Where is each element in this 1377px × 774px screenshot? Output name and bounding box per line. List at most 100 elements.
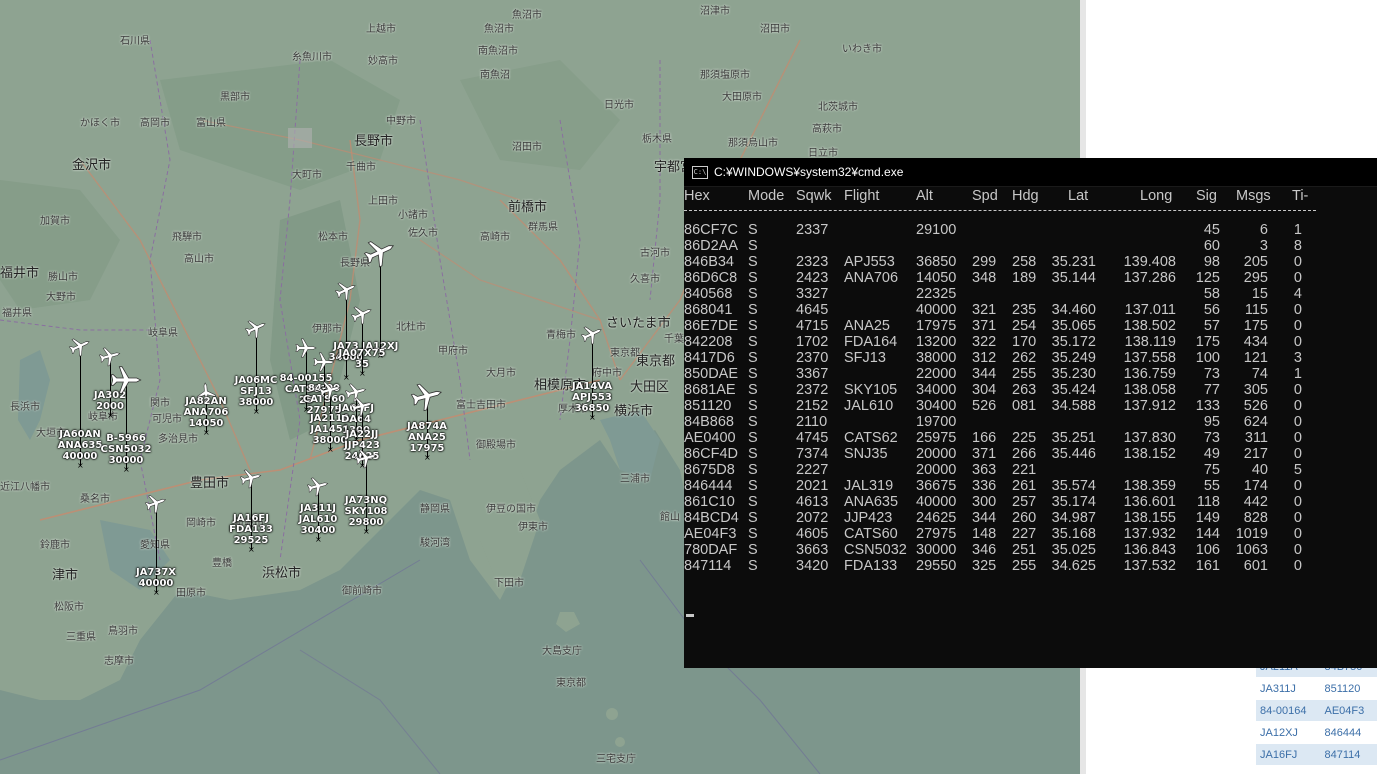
city-label: 伊豆の国市: [486, 504, 536, 515]
aircraft-label-line: 29525: [233, 535, 269, 546]
cell-flight: SKY105: [844, 382, 898, 398]
col-header-sig: Sig: [1196, 188, 1217, 204]
aircraft-label-line: 29800: [348, 517, 384, 528]
terminal-row: 8417D6 S 2370 SFJ13 38000 312 262 35.249 137.558…: [684, 350, 1377, 366]
cell-sqwk: 2423: [796, 270, 829, 286]
cell-flight: SNJ35: [844, 446, 888, 462]
cell-hex: AE04F3: [684, 526, 737, 542]
cell-lat: 35.231: [1051, 254, 1096, 270]
aircraft-label-line: 2000: [96, 401, 124, 412]
cell-hdg: 255: [1012, 366, 1037, 382]
cell-ti: 8: [1293, 238, 1302, 254]
hex-cell[interactable]: 847114: [1320, 743, 1377, 766]
city-label: 福井県: [2, 308, 32, 319]
city-label: 飛騨市: [172, 232, 202, 243]
city-label: 富士吉田市: [456, 400, 506, 411]
aircraft-label: JA07X75 35: [322, 348, 402, 370]
cell-long: 136.843: [1123, 542, 1176, 558]
city-label: 館山: [660, 512, 680, 523]
ground-point-icon: ×: [315, 535, 322, 544]
terminal-row: 861C10 S 4613 ANA635 40000 300 257 35.174 136.60…: [684, 494, 1377, 510]
city-label: 北茨城市: [818, 102, 858, 113]
registration-cell[interactable]: 84-00164: [1256, 699, 1321, 722]
cell-sig: 133: [1195, 398, 1220, 414]
registration-cell[interactable]: JA16FJ: [1256, 743, 1321, 766]
city-label: 近江八幡市: [0, 482, 50, 493]
city-label: 南魚沼: [480, 70, 510, 81]
cell-alt: 14050: [916, 270, 957, 286]
cell-spd: 300: [972, 494, 997, 510]
cell-ti: 0: [1293, 270, 1302, 286]
table-row[interactable]: JA16FJ 847114: [1256, 743, 1377, 766]
terminal-row: 847114 S 3420 FDA133 29550 325 255 34.625 137.53…: [684, 558, 1377, 574]
cell-ti: 0: [1293, 318, 1302, 334]
city-label: 高岡市: [140, 118, 170, 129]
aircraft-label-line: B-5966: [106, 433, 146, 444]
terminal-row: 850DAE S 3367 22000 344 255 35.230 136.759 73 74 1: [684, 366, 1377, 382]
cell-hdg: 221: [1012, 462, 1037, 478]
cell-msgs: 311: [1244, 430, 1268, 446]
terminal-row: 780DAF S 3663 CSN5032 30000 346 251 35.025 136.8…: [684, 542, 1377, 558]
cell-sig: 149: [1195, 510, 1220, 526]
cell-spd: 348: [972, 270, 997, 286]
cell-msgs: 295: [1243, 270, 1268, 286]
cell-msgs: 305: [1243, 382, 1268, 398]
col-header-sqwk: Sqwk: [796, 188, 832, 204]
table-row[interactable]: JA311J 851120: [1256, 677, 1377, 700]
table-row[interactable]: 84-00164 AE04F3: [1256, 699, 1377, 722]
city-label: 鈴鹿市: [40, 540, 70, 551]
cell-sig: 73: [1203, 366, 1220, 382]
cell-mode: S: [748, 398, 758, 414]
city-label: 高山市: [184, 254, 214, 265]
cell-hex: 86CF4D: [684, 446, 738, 462]
cell-lat: 35.574: [1051, 478, 1096, 494]
terminal-row: 851120 S 2152 JAL610 30400 526 081 34.588 137.91…: [684, 398, 1377, 414]
cell-mode: S: [748, 494, 758, 510]
cell-mode: S: [748, 478, 758, 494]
cell-spd: 299: [972, 254, 997, 270]
city-label: 福井市: [0, 266, 40, 281]
hex-cell[interactable]: AE04F3: [1320, 699, 1377, 722]
cell-hex: 86D6C8: [684, 270, 738, 286]
cell-long: 138.155: [1123, 510, 1176, 526]
hex-cell[interactable]: 851120: [1320, 677, 1377, 700]
cell-ti: 1: [1293, 222, 1302, 238]
city-label: 志摩市: [104, 656, 134, 667]
cell-spd: 346: [972, 542, 997, 558]
cell-alt: 25975: [916, 430, 957, 446]
terminal-row: 86CF7C S 2337 29100 45 6 1: [684, 222, 1377, 238]
cell-alt: 22000: [916, 366, 957, 382]
table-row[interactable]: JA12XJ 846444: [1256, 721, 1377, 744]
cell-alt: 36675: [916, 478, 957, 494]
cell-hex: 8675D8: [684, 462, 735, 478]
cell-sig: 45: [1203, 222, 1220, 238]
cell-flight: CATS60: [844, 526, 898, 542]
aircraft-db-table: JA211A84B750JA311J85112084-00164AE04F3JA…: [1256, 656, 1377, 766]
cell-mode: S: [748, 558, 758, 574]
cell-sig: 144: [1195, 526, 1220, 542]
cell-msgs: 115: [1244, 302, 1268, 318]
cmd-titlebar[interactable]: C:\ C:¥WINDOWS¥system32¥cmd.exe: [684, 158, 1377, 187]
aircraft-label-line: ANA25: [408, 432, 446, 443]
cell-alt: 20000: [916, 462, 957, 478]
city-label: 上田市: [368, 196, 398, 207]
cell-hex: 8681AE: [684, 382, 736, 398]
city-label: 松本市: [318, 232, 348, 243]
cell-msgs: 175: [1243, 318, 1268, 334]
city-label: 前橋市: [508, 200, 548, 215]
terminal-row: 86E7DE S 4715 ANA25 17975 371 254 35.065 138.502…: [684, 318, 1377, 334]
registration-cell[interactable]: JA311J: [1256, 677, 1321, 700]
cell-flight: JAL319: [844, 478, 894, 494]
airplane-icon[interactable]: [110, 364, 142, 396]
cmd-window[interactable]: C:\ C:¥WINDOWS¥system32¥cmd.exe Hex Mode S…: [684, 158, 1377, 668]
aircraft-label: JA14VA APJ553 36850: [552, 381, 632, 414]
city-label: 鳥羽市: [108, 626, 138, 637]
cell-sqwk: 2337: [796, 222, 829, 238]
registration-cell[interactable]: JA12XJ: [1256, 721, 1321, 744]
cell-hex: 851120: [684, 398, 732, 414]
cell-mode: S: [748, 430, 758, 446]
cell-alt: 29550: [916, 558, 957, 574]
hex-cell[interactable]: 846444: [1320, 721, 1377, 744]
cell-long: 138.502: [1123, 318, 1176, 334]
city-label: 三宅支庁: [596, 754, 636, 765]
